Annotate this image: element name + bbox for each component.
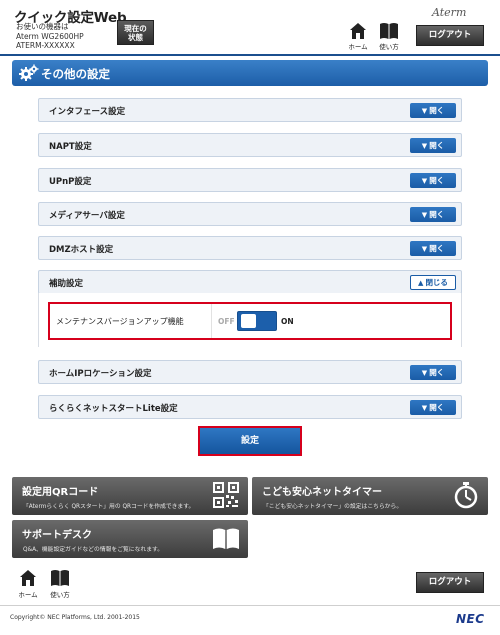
device-model: Aterm WG2600HP bbox=[16, 31, 84, 41]
close-button-label: 閉じる bbox=[425, 278, 448, 287]
footer-manual-button[interactable]: 使い方 bbox=[46, 569, 74, 599]
chevron-down-icon: ▼ bbox=[421, 107, 428, 115]
accordion-label: DMZホスト設定 bbox=[49, 245, 114, 255]
accordion-label: NAPT設定 bbox=[49, 142, 92, 152]
tile-description: 「Atermらくらく QRスタート」用の QRコードを作成できます。 bbox=[23, 504, 195, 510]
accordion-napt[interactable]: NAPT設定 ▼ 開く bbox=[38, 133, 462, 157]
tile-title: こども安心ネットタイマー bbox=[262, 487, 382, 498]
accordion-label: 補助設定 bbox=[49, 279, 84, 289]
section-banner: その他の設定 bbox=[12, 60, 488, 86]
qr-code-tile[interactable]: 設定用QRコード 「Atermらくらく QRスタート」用の QRコードを作成でき… bbox=[12, 477, 248, 515]
chevron-up-icon: ▲ bbox=[418, 279, 424, 287]
tile-description: 「こども安心ネットタイマー」の設定はこちらから。 bbox=[263, 504, 403, 510]
device-name: ATERM-XXXXXX bbox=[16, 41, 75, 50]
gears-icon bbox=[19, 64, 39, 81]
accordion-upnp[interactable]: UPnP設定 ▼ 開く bbox=[38, 168, 462, 192]
accordion-label: UPnP設定 bbox=[49, 177, 92, 187]
accordion-interface[interactable]: インタフェース設定 ▼ 開く bbox=[38, 98, 462, 122]
open-button[interactable]: ▼ 開く bbox=[410, 365, 456, 380]
toggle-off-label: OFF bbox=[218, 317, 235, 326]
home-icon bbox=[20, 570, 36, 586]
chevron-down-icon: ▼ bbox=[421, 369, 428, 377]
open-button[interactable]: ▼ 開く bbox=[410, 173, 456, 188]
accordion-label: らくらくネットスタートLite設定 bbox=[49, 404, 178, 414]
home-icon bbox=[350, 23, 366, 39]
accordion-label: ホームIPロケーション設定 bbox=[49, 369, 152, 379]
open-button-label: 開く bbox=[429, 141, 445, 150]
status-button-line1: 現在の bbox=[124, 24, 147, 33]
brand-logo: Aterm bbox=[432, 6, 467, 19]
maintenance-update-label: メンテナンスバージョンアップ機能 bbox=[56, 317, 184, 326]
toggle-knob bbox=[241, 314, 256, 328]
current-status-button[interactable]: 現在の 状態 bbox=[117, 20, 154, 45]
child-net-timer-tile[interactable]: こども安心ネットタイマー 「こども安心ネットタイマー」の設定はこちらから。 bbox=[252, 477, 488, 515]
nec-logo: NEC bbox=[456, 612, 485, 626]
chevron-down-icon: ▼ bbox=[421, 211, 428, 219]
toggle-on-label: ON bbox=[281, 317, 294, 326]
accordion-net-start-lite[interactable]: らくらくネットスタートLite設定 ▼ 開く bbox=[38, 395, 462, 419]
device-info: お使いの機器は Aterm WG2600HP ATERM-XXXXXX bbox=[16, 22, 84, 51]
accordion-auxiliary[interactable]: 補助設定 ▲ 閉じる bbox=[38, 270, 462, 294]
home-nav-button[interactable]: ホーム bbox=[343, 22, 373, 51]
copyright: Copyright© NEC Platforms, Ltd. 2001-2015 bbox=[10, 614, 140, 621]
footer-manual-label: 使い方 bbox=[50, 591, 70, 599]
footer-home-button[interactable]: ホーム bbox=[14, 569, 42, 599]
header-divider bbox=[0, 54, 500, 56]
chevron-down-icon: ▼ bbox=[421, 404, 428, 412]
footer-divider bbox=[0, 605, 500, 606]
chevron-down-icon: ▼ bbox=[421, 142, 428, 150]
chevron-down-icon: ▼ bbox=[421, 245, 428, 253]
submit-button[interactable]: 設定 bbox=[198, 426, 302, 456]
support-desk-tile[interactable]: サポートデスク Q&A、機能設定ガイドなどの情報をご覧になれます。 bbox=[12, 520, 248, 558]
open-button-label: 開く bbox=[429, 210, 445, 219]
footer-home-label: ホーム bbox=[18, 591, 38, 599]
manual-nav-button[interactable]: 使い方 bbox=[374, 22, 404, 51]
open-button-label: 開く bbox=[429, 368, 445, 377]
book-icon bbox=[51, 570, 69, 586]
panel-divider bbox=[211, 304, 212, 338]
section-title: その他の設定 bbox=[41, 67, 110, 81]
manual-nav-label: 使い方 bbox=[379, 43, 399, 51]
open-button[interactable]: ▼ 開く bbox=[410, 103, 456, 118]
status-button-line2: 状態 bbox=[128, 33, 143, 42]
open-button[interactable]: ▼ 開く bbox=[410, 400, 456, 415]
header: クイック設定Web お使いの機器は Aterm WG2600HP ATERM-X… bbox=[0, 0, 500, 56]
accordion-media-server[interactable]: メディアサーバ設定 ▼ 開く bbox=[38, 202, 462, 226]
open-button-label: 開く bbox=[429, 403, 445, 412]
open-button[interactable]: ▼ 開く bbox=[410, 207, 456, 222]
tile-title: サポートデスク bbox=[22, 530, 92, 541]
open-button-label: 開く bbox=[429, 176, 445, 185]
open-button[interactable]: ▼ 開く bbox=[410, 241, 456, 256]
accordion-label: メディアサーバ設定 bbox=[49, 211, 125, 221]
book-icon bbox=[380, 23, 398, 39]
footer-logout-button[interactable]: ログアウト bbox=[416, 572, 484, 593]
close-button[interactable]: ▲ 閉じる bbox=[410, 275, 456, 290]
tile-title: 設定用QRコード bbox=[22, 487, 99, 498]
open-button-label: 開く bbox=[429, 244, 445, 253]
accordion-dmz-host[interactable]: DMZホスト設定 ▼ 開く bbox=[38, 236, 462, 260]
logout-button[interactable]: ログアウト bbox=[416, 25, 484, 46]
accordion-label: インタフェース設定 bbox=[49, 107, 126, 117]
chevron-down-icon: ▼ bbox=[421, 177, 428, 185]
qr-code-icon bbox=[213, 482, 239, 508]
stopwatch-icon bbox=[454, 482, 478, 509]
home-nav-label: ホーム bbox=[348, 43, 368, 51]
tile-description: Q&A、機能設定ガイドなどの情報をご覧になれます。 bbox=[23, 547, 164, 553]
device-caption: お使いの機器は bbox=[16, 22, 69, 31]
open-button[interactable]: ▼ 開く bbox=[410, 138, 456, 153]
accordion-home-ip-location[interactable]: ホームIPロケーション設定 ▼ 開く bbox=[38, 360, 462, 384]
open-button-label: 開く bbox=[429, 106, 445, 115]
book-icon bbox=[213, 528, 239, 549]
maintenance-update-toggle[interactable] bbox=[237, 311, 277, 331]
